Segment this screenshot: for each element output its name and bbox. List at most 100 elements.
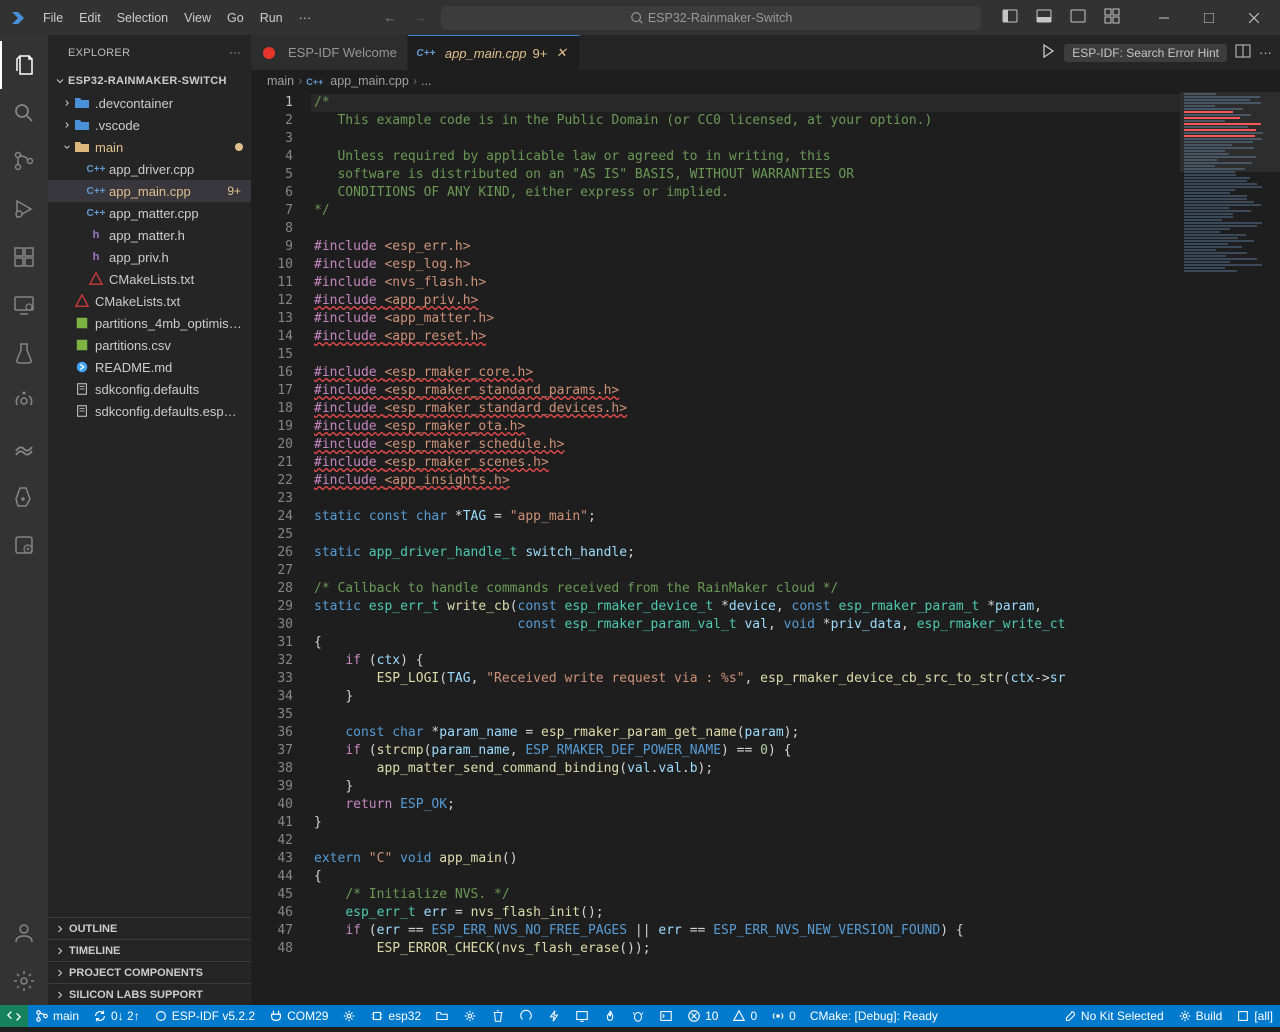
breadcrumbs[interactable]: main › C++app_main.cpp › ...	[251, 70, 1280, 92]
window-close-icon[interactable]	[1231, 0, 1276, 35]
activitybar-source-control-icon[interactable]	[0, 137, 48, 185]
code-content[interactable]: /* This example code is in the Public Do…	[311, 92, 1180, 1005]
line-gutter: 1234567891011121314151617181920212223242…	[251, 92, 311, 1005]
status-0[interactable]: 0	[725, 1005, 764, 1027]
remote-indicator-icon[interactable]	[0, 1005, 28, 1027]
status-gear[interactable]	[335, 1005, 363, 1027]
activitybar-explorer-icon[interactable]	[0, 41, 48, 89]
status-esp32[interactable]: esp32	[363, 1005, 428, 1027]
project-section-header[interactable]: ESP32-RAINMAKER-SWITCH	[48, 70, 251, 92]
sidebar-title: EXPLORER	[68, 47, 229, 59]
activitybar-settings-icon[interactable]	[0, 957, 48, 1005]
status-build[interactable]	[512, 1005, 540, 1027]
file-sdkconfig-defaults-esp32c6[interactable]: sdkconfig.defaults.esp32c6	[48, 400, 251, 422]
activitybar-extensions-icon[interactable]	[0, 233, 48, 281]
activitybar	[0, 35, 48, 1005]
breadcrumb-item[interactable]: app_main.cpp	[330, 74, 409, 88]
menubar: FileEditSelectionViewGoRun	[35, 5, 291, 31]
menu-selection[interactable]: Selection	[109, 5, 176, 31]
file-readme-md[interactable]: README.md	[48, 356, 251, 378]
file-app_driver-cpp[interactable]: C++app_driver.cpp	[48, 158, 251, 180]
menu-edit[interactable]: Edit	[71, 5, 109, 31]
folder--vscode[interactable]: .vscode	[48, 114, 251, 136]
file-app_priv-h[interactable]: happ_priv.h	[48, 246, 251, 268]
layout-customize-icon[interactable]	[1097, 4, 1127, 31]
tab-close-icon[interactable]: ✕	[553, 45, 569, 61]
section-silicon-labs-support[interactable]: SILICON LABS SUPPORT	[48, 983, 251, 1005]
breadcrumb-item[interactable]: main	[267, 74, 294, 88]
status-folder[interactable]	[428, 1005, 456, 1027]
status-10[interactable]: 10	[680, 1005, 725, 1027]
file-sdkconfig-defaults[interactable]: sdkconfig.defaults	[48, 378, 251, 400]
command-center-search[interactable]: ESP32-Rainmaker-Switch	[441, 6, 981, 30]
sidebar-more-icon[interactable]: ···	[229, 47, 241, 59]
status-terminal[interactable]	[652, 1005, 680, 1027]
activitybar-espressif-cmd-icon[interactable]	[0, 521, 48, 569]
status-build[interactable]: Build	[1171, 1005, 1230, 1027]
file-cmakelists-txt[interactable]: CMakeLists.txt	[48, 290, 251, 312]
layout-toggle-right-icon[interactable]	[1063, 4, 1093, 31]
activitybar-silabs-icon[interactable]	[0, 425, 48, 473]
file-tree: .devcontainer.vscodemainC++app_driver.cp…	[48, 92, 251, 917]
file-partitions_4mb_optimised-csv[interactable]: partitions_4mb_optimised.csv	[48, 312, 251, 334]
activitybar-debug-icon[interactable]	[0, 185, 48, 233]
folder--devcontainer[interactable]: .devcontainer	[48, 92, 251, 114]
tabs-bar: ESP-IDF WelcomeC++app_main.cpp9+✕ ESP-ID…	[251, 35, 1280, 70]
file-app_main-cpp[interactable]: C++app_main.cpp9+	[48, 180, 251, 202]
status-gear[interactable]	[456, 1005, 484, 1027]
minimap[interactable]	[1180, 92, 1280, 1005]
tab-more-icon[interactable]: ···	[1259, 45, 1272, 60]
status-com29[interactable]: COM29	[262, 1005, 335, 1027]
sidebar-explorer: EXPLORER ··· ESP32-RAINMAKER-SWITCH .dev…	[48, 35, 251, 1005]
activitybar-search-icon[interactable]	[0, 89, 48, 137]
layout-toggle-left-icon[interactable]	[995, 4, 1025, 31]
status-no-kit-selected[interactable]: No Kit Selected	[1056, 1005, 1171, 1027]
menu-view[interactable]: View	[176, 5, 219, 31]
search-error-hint-button[interactable]: ESP-IDF: Search Error Hint	[1064, 44, 1227, 62]
status-0-2-[interactable]: 0↓ 2↑	[86, 1005, 147, 1027]
search-text: ESP32-Rainmaker-Switch	[648, 11, 793, 25]
section-outline[interactable]: OUTLINE	[48, 917, 251, 939]
tab-esp-idf-welcome[interactable]: ESP-IDF Welcome	[251, 35, 408, 70]
activitybar-arduino-icon[interactable]	[0, 473, 48, 521]
activitybar-accounts-icon[interactable]	[0, 909, 48, 957]
file-partitions-csv[interactable]: partitions.csv	[48, 334, 251, 356]
status-main[interactable]: main	[28, 1005, 86, 1027]
activitybar-espressif-icon[interactable]	[0, 377, 48, 425]
file-app_matter-h[interactable]: happ_matter.h	[48, 224, 251, 246]
folder-main[interactable]: main	[48, 136, 251, 158]
project-name: ESP32-RAINMAKER-SWITCH	[68, 75, 227, 87]
status-0[interactable]: 0	[764, 1005, 803, 1027]
status-fire[interactable]	[596, 1005, 624, 1027]
status-debug[interactable]	[624, 1005, 652, 1027]
menu-run[interactable]: Run	[252, 5, 291, 31]
activitybar-remote-explorer-icon[interactable]	[0, 281, 48, 329]
status-trash[interactable]	[484, 1005, 512, 1027]
status-cmake-debug-ready[interactable]: CMake: [Debug]: Ready	[803, 1005, 945, 1027]
file-cmakelists-txt[interactable]: CMakeLists.txt	[48, 268, 251, 290]
file-app_matter-cpp[interactable]: C++app_matter.cpp	[48, 202, 251, 224]
nav-back-icon[interactable]: ←	[379, 10, 401, 25]
layout-toggle-bottom-icon[interactable]	[1029, 4, 1059, 31]
app-logo-icon	[0, 10, 35, 26]
window-maximize-icon[interactable]	[1186, 0, 1231, 35]
activitybar-testing-icon[interactable]	[0, 329, 48, 377]
menu-file[interactable]: File	[35, 5, 71, 31]
nav-forward-icon[interactable]: →	[409, 10, 431, 25]
split-editor-icon[interactable]	[1235, 43, 1251, 62]
window-minimize-icon[interactable]	[1141, 0, 1186, 35]
status--all-[interactable]: [all]	[1229, 1005, 1280, 1027]
section-project-components[interactable]: PROJECT COMPONENTS	[48, 961, 251, 983]
section-timeline[interactable]: TIMELINE	[48, 939, 251, 961]
status-esp-idf-v5-2-2[interactable]: ESP-IDF v5.2.2	[147, 1005, 262, 1027]
statusbar: main0↓ 2↑ESP-IDF v5.2.2COM29esp32 1000CM…	[0, 1005, 1280, 1027]
breadcrumb-item[interactable]: ...	[421, 74, 431, 88]
minimap-slider[interactable]	[1180, 92, 1280, 172]
status-flash[interactable]	[540, 1005, 568, 1027]
menu-go[interactable]: Go	[219, 5, 252, 31]
tab-app_main-cpp[interactable]: C++app_main.cpp9+✕	[408, 35, 581, 70]
editor-area: ESP-IDF WelcomeC++app_main.cpp9+✕ ESP-ID…	[251, 35, 1280, 1005]
run-icon[interactable]	[1040, 43, 1056, 62]
menu-more-icon[interactable]: ···	[291, 5, 320, 31]
status-monitor[interactable]	[568, 1005, 596, 1027]
